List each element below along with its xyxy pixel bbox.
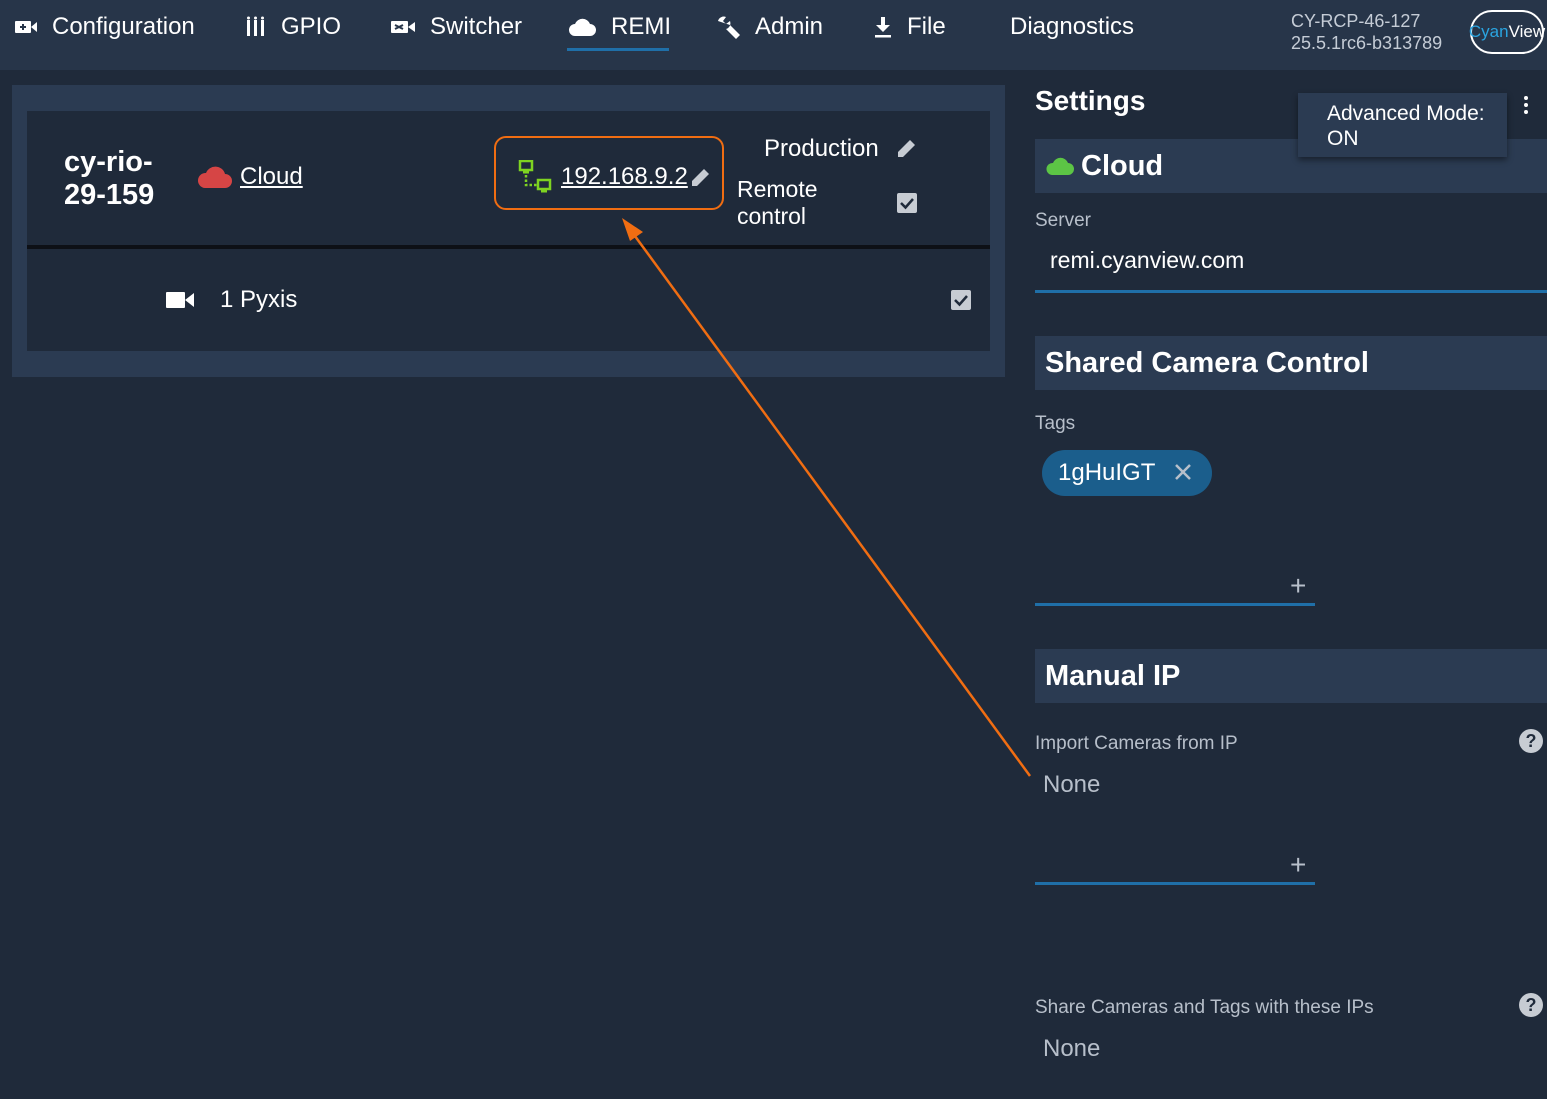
annotation-arrow (622, 218, 1032, 777)
